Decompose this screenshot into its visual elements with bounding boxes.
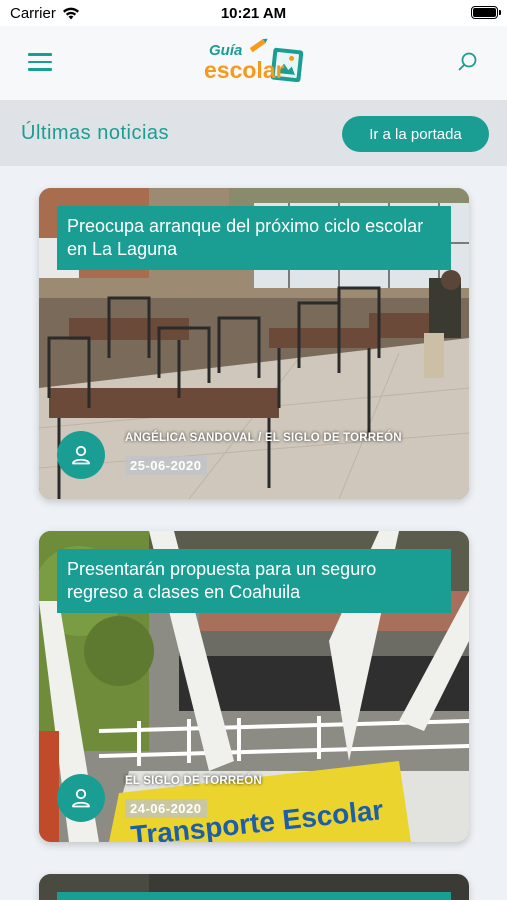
battery-icon [471,6,501,19]
news-card[interactable] [39,874,469,900]
news-author: ANGÉLICA SANDOVAL / EL SIGLO DE TORREÓN [125,432,402,444]
section-header: Últimas noticias Ir a la portada [0,100,507,166]
news-title[interactable]: Presentarán propuesta para un seguro reg… [57,549,451,613]
search-icon[interactable] [457,51,479,73]
author-user-icon [57,774,105,822]
logo-text-bottom: escolar [204,57,285,83]
section-title: Últimas noticias [21,122,170,144]
news-date: 24-06-2020 [125,799,207,818]
guia-escolar-logo[interactable]: Guía escolar [203,38,307,88]
status-time: 10:21 AM [220,5,287,22]
news-card[interactable]: Preocupa arranque del próximo ciclo esco… [39,188,469,499]
news-date: 25-06-2020 [125,456,207,475]
news-card[interactable]: Transporte Escolar Presentarán propuesta… [39,531,469,842]
news-title[interactable]: Preocupa arranque del próximo ciclo esco… [57,206,451,270]
go-to-homepage-button[interactable]: Ir a la portada [342,116,489,152]
news-author: EL SIGLO DE TORREÓN [125,775,262,787]
hamburger-menu-icon[interactable] [28,53,52,71]
author-user-icon [57,431,105,479]
news-title[interactable] [57,892,451,900]
app-header: Guía escolar [0,26,507,100]
status-bar: Carrier 10:21 AM [0,0,507,26]
